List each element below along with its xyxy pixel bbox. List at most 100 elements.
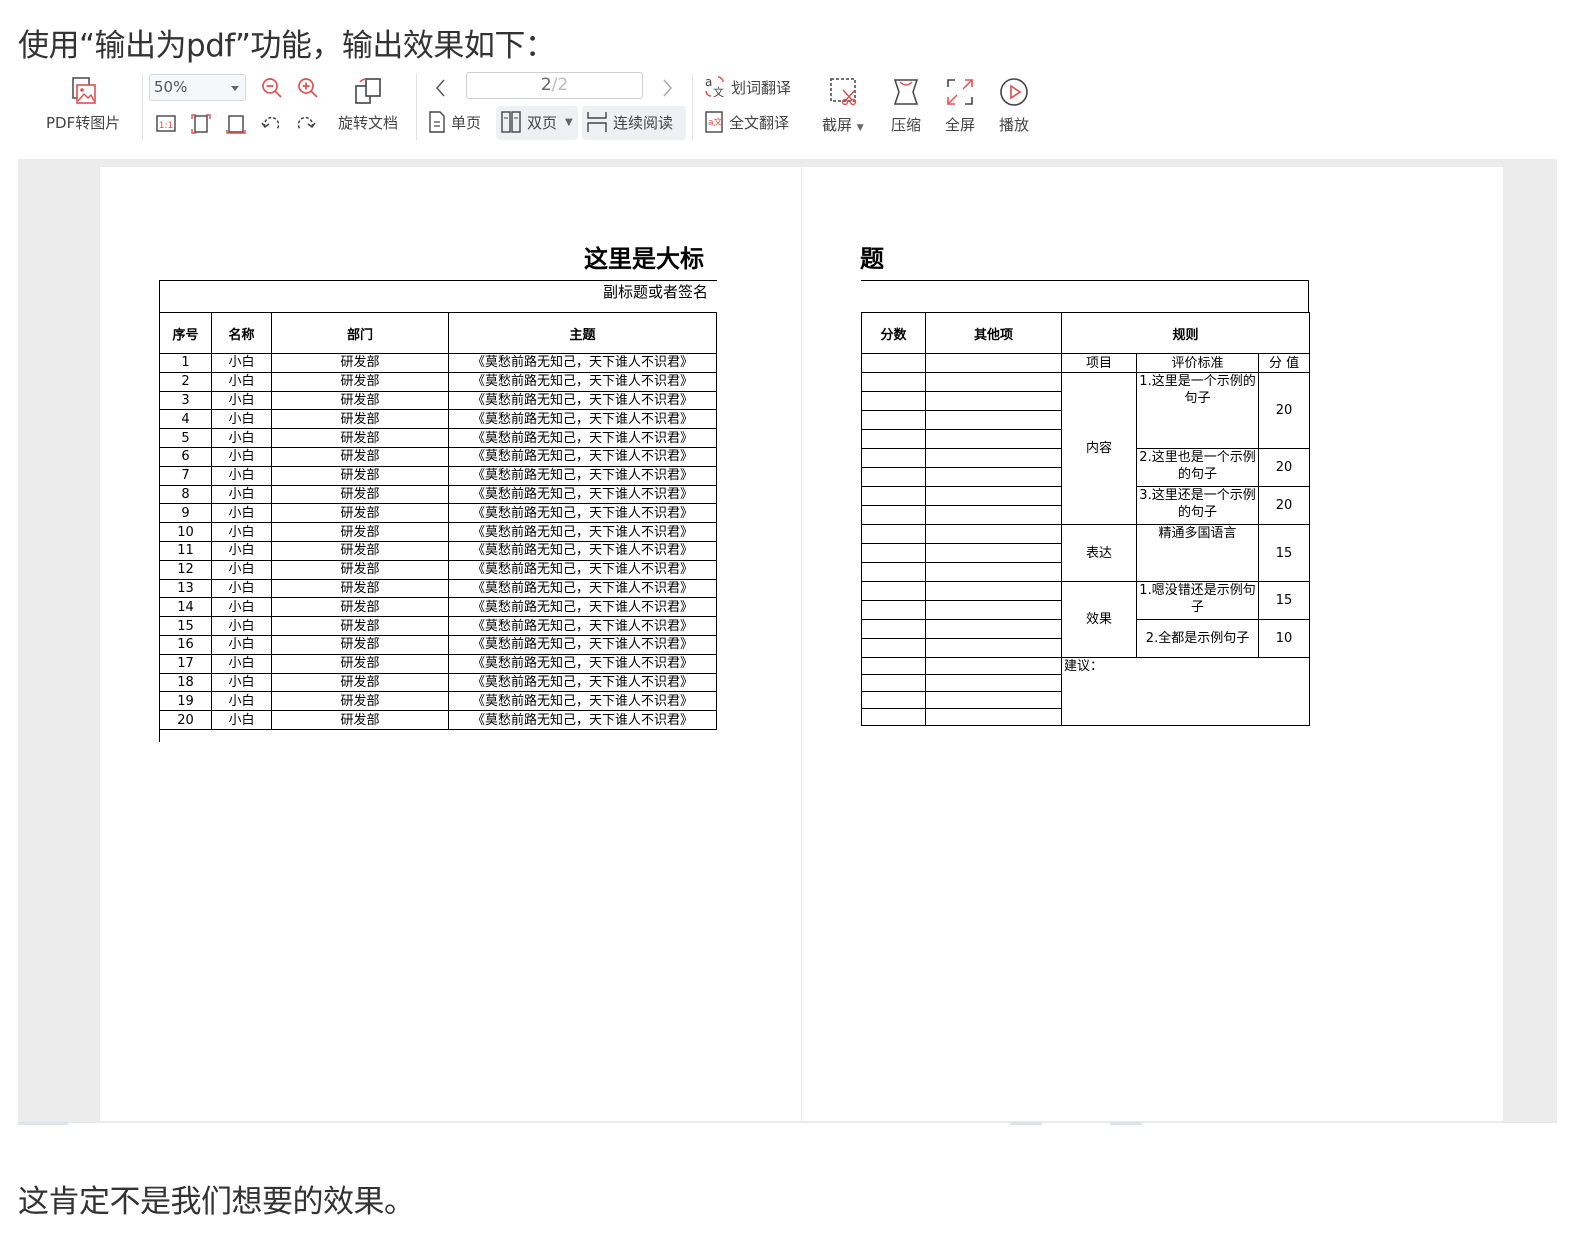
screenshot-button[interactable]: 截屏 ▼	[822, 76, 864, 135]
viewer-bottom-border	[18, 1121, 1557, 1123]
table-cell: 研发部	[271, 559, 449, 580]
table-cell: 研发部	[271, 390, 449, 411]
table-row: 2 小白 研发部 《莫愁前路无知己，天下谁人不识君》	[159, 371, 717, 392]
table-row: 19 小白 研发部 《莫愁前路无知己，天下谁人不识君》	[159, 691, 717, 712]
other-cell	[925, 708, 1062, 726]
table-cell: 14	[159, 597, 212, 618]
table-cell: 小白	[211, 409, 272, 430]
table-cell: 小白	[211, 353, 272, 373]
table-cell: 研发部	[271, 597, 449, 618]
group-name: 内容	[1061, 372, 1137, 525]
fit-page-icon[interactable]	[190, 113, 212, 135]
table-cell: 小白	[211, 522, 272, 542]
page-number-input[interactable]: 2/2	[466, 72, 643, 99]
score-cell	[861, 600, 926, 620]
criterion-cell: 精通多国语言	[1136, 524, 1259, 582]
continuous-reading-content[interactable]: 连续阅读	[586, 110, 673, 134]
other-cell	[925, 429, 1062, 449]
score-cell	[861, 505, 926, 525]
single-page-label: 单页	[451, 113, 482, 132]
toolbar-separator	[142, 74, 143, 140]
outro-text: 这肯定不是我们想要的效果。	[18, 1184, 415, 1220]
table-cell: 研发部	[271, 353, 449, 373]
left-data-table: 序号 名称 部门 主题 1 小白 研发部 《莫愁前路无知己，天下谁人不识君》 2 小白 研发…	[159, 312, 717, 730]
rotate-left-icon[interactable]	[260, 113, 282, 135]
table-row: 建议：	[861, 657, 1311, 726]
toolbar-separator	[692, 74, 693, 140]
score-cell	[861, 657, 926, 675]
table-row: 4 小白 研发部 《莫愁前路无知己，天下谁人不识君》	[159, 409, 717, 430]
other-cell	[925, 524, 1062, 544]
table-cell: 《莫愁前路无知己，天下谁人不识君》	[448, 465, 717, 486]
zoom-select[interactable]: 50%	[149, 74, 246, 101]
other-cell	[925, 562, 1062, 582]
table-cell: 《莫愁前路无知己，天下谁人不识君》	[448, 578, 717, 599]
table-cell: 小白	[211, 465, 272, 486]
score-cell	[861, 543, 926, 563]
fullscreen-button[interactable]: 全屏	[944, 76, 976, 135]
score-cell	[861, 353, 926, 373]
continuous-reading-label: 连续阅读	[613, 113, 674, 132]
table-cell: 《莫愁前路无知己，天下谁人不识君》	[448, 653, 717, 674]
play-button[interactable]: 播放	[998, 76, 1030, 135]
other-cell	[925, 505, 1062, 525]
document-viewer[interactable]: 这里是大标 副标题或者签名 序号 名称 部门 主题 1 小白 研发部 《莫愁前路无知己…	[18, 159, 1557, 1121]
double-page-content[interactable]: 双页 ▼	[500, 110, 573, 134]
table-cell: 19	[159, 691, 212, 712]
single-page-button[interactable]: 单页	[428, 110, 481, 134]
other-cell	[925, 600, 1062, 620]
score-cell	[861, 708, 926, 726]
group-name: 表达	[1061, 524, 1137, 582]
rotate-document-button[interactable]: 旋转文档	[338, 76, 398, 133]
other-cell	[925, 657, 1062, 675]
score-cell	[861, 429, 926, 449]
criterion-cell: 3.这里还是一个示例的句子	[1136, 486, 1259, 525]
rotate-right-icon[interactable]	[295, 113, 317, 135]
column-header: 分数	[861, 312, 926, 354]
table-cell: 研发部	[271, 672, 449, 693]
table-cell: 研发部	[271, 409, 449, 430]
fullscreen-label: 全屏	[944, 116, 975, 134]
next-page-icon[interactable]	[660, 78, 674, 98]
score-cell	[861, 391, 926, 411]
fit-width-icon[interactable]	[225, 113, 247, 135]
table-cell: 《莫愁前路无知己，天下谁人不识君》	[448, 691, 717, 712]
zoom-in-icon[interactable]	[296, 76, 320, 100]
word-translate-button[interactable]: a 文 划词翻译	[704, 74, 791, 100]
other-cell	[925, 581, 1062, 601]
actual-size-icon[interactable]: 1:1	[155, 113, 177, 135]
other-cell	[925, 467, 1062, 487]
score-cell	[861, 467, 926, 487]
pdf-spread: 这里是大标 副标题或者签名 序号 名称 部门 主题 1 小白 研发部 《莫愁前路无知己…	[100, 167, 1503, 1121]
table-cell: 研发部	[271, 484, 449, 505]
table-cell: 小白	[211, 446, 272, 467]
table-row: 20 小白 研发部 《莫愁前路无知己，天下谁人不识君》	[159, 710, 717, 730]
table-cell: 《莫愁前路无知己，天下谁人不识君》	[448, 634, 717, 655]
table-cell: 《莫愁前路无知己，天下谁人不识君》	[448, 559, 717, 580]
table-cell: 研发部	[271, 616, 449, 636]
table-cell: 研发部	[271, 691, 449, 712]
table-cell: 研发部	[271, 710, 449, 730]
criterion-cell: 2.这里也是一个示例的句子	[1136, 448, 1259, 487]
caret-down-icon: ▼	[565, 116, 573, 128]
score-value: 20	[1257, 448, 1311, 487]
other-cell	[925, 543, 1062, 563]
table-row: 14 小白 研发部 《莫愁前路无知己，天下谁人不识君》	[159, 597, 717, 618]
score-value: 15	[1257, 524, 1311, 582]
suggestion-label: 建议：	[1060, 657, 1311, 726]
table-cell: 小白	[211, 653, 272, 674]
previous-page-icon[interactable]	[434, 78, 448, 98]
compress-button[interactable]: 压缩	[890, 76, 922, 135]
document-translate-icon: a文	[705, 111, 723, 133]
table-cell: 1	[159, 353, 212, 373]
score-value: 20	[1257, 486, 1311, 525]
full-translate-button[interactable]: a文 全文翻译	[704, 110, 789, 134]
table-cell: 小白	[211, 503, 272, 524]
table-cell: 《莫愁前路无知己，天下谁人不识君》	[448, 484, 717, 505]
table-cell: 《莫愁前路无知己，天下谁人不识君》	[448, 540, 717, 561]
table-cell: 小白	[211, 691, 272, 712]
table-cell: 5	[159, 428, 212, 448]
zoom-out-icon[interactable]	[260, 76, 284, 100]
pdf-to-image-button[interactable]: PDF转图片	[46, 76, 120, 133]
compress-label: 压缩	[890, 116, 921, 134]
